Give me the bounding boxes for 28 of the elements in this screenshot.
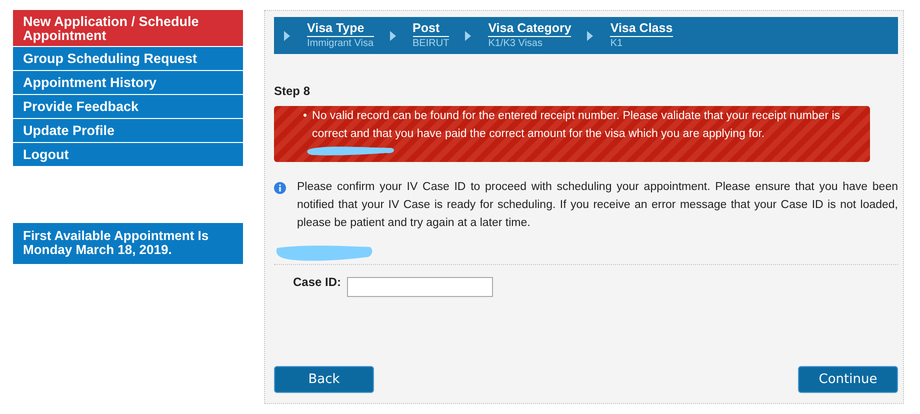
info-icon [274,182,286,194]
arrow-icon [587,30,594,40]
notice-banner: First Available Appointment Is Monday March 18, 2019. [13,223,243,264]
error-message: No valid record can be found for the entered receipt number. Please validate that your receipt number is correct and that you have paid the correct amount for the visa which you are applying for. [312,109,842,142]
sidebar-item[interactable]: New Application / Schedule Appointment [13,10,243,47]
step-heading: Step 8 [274,84,312,98]
crumb-title: Visa Type [307,21,374,37]
crumb-title: Visa Class [610,21,673,37]
sidebar-item[interactable]: Appointment History [13,71,243,95]
arrow-icon [284,30,290,40]
case-id-field[interactable] [347,277,494,297]
crumb-title: Visa Category [488,21,572,37]
crumb-value: Immigrant Visa [307,37,374,50]
sidebar-item[interactable]: Update Profile [13,119,243,143]
sidebar-item[interactable]: Logout [13,143,243,167]
crumb-title: Post [412,21,450,37]
info-message: Please confirm your IV Case ID to proceed with scheduling your appointment. Please ensure that you have been notified that your IV Case is ready for scheduling. If you receive an error message that your Case ID is not loaded, please be patient and try again at a later time. [297,180,898,231]
crumb-value: K1 [610,37,624,50]
back-button[interactable]: Back [274,366,374,393]
crumb-value: K1/K3 Visas [488,37,544,50]
sidebar-item[interactable]: Group Scheduling Request [13,47,243,71]
sidebar-item[interactable]: Provide Feedback [13,95,243,119]
continue-button[interactable]: Continue [798,366,898,393]
arrow-icon [465,30,472,40]
crumb-value: BEIRUT [412,37,450,50]
arrow-icon [390,30,396,40]
field-label: Case ID: [293,275,342,289]
bullet-mark: • [303,109,308,124]
